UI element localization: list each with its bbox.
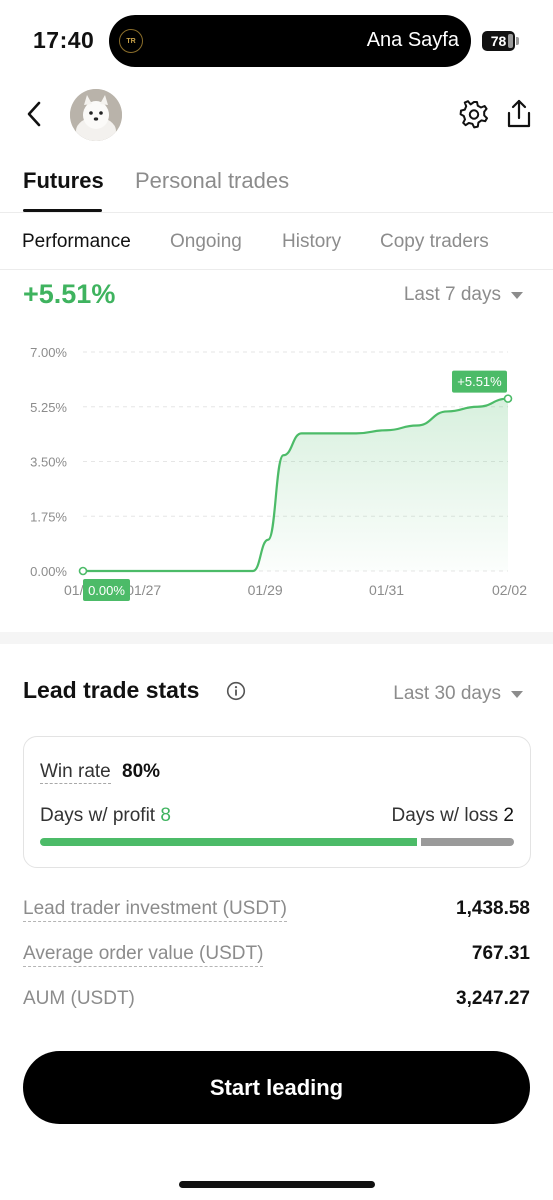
battery-icon: 78 (482, 31, 519, 51)
main-tabs: Futures Personal trades (0, 160, 553, 213)
days-loss-value: 2 (503, 805, 514, 826)
tab-history[interactable]: History (282, 231, 341, 253)
end-point (503, 394, 513, 403)
tab-performance[interactable]: Performance (22, 231, 131, 253)
status-bar: 17:40 TR Ana Sayfa 78 (0, 0, 553, 80)
performance-area-fill (83, 398, 508, 571)
stat-row-aum: AUM (USDT) 3,247.27 (23, 987, 530, 1013)
stat-label-average-order[interactable]: Average order value (USDT) (23, 942, 264, 967)
x-tick-label: 01/31 (369, 582, 404, 598)
stats-range-label: Last 30 days (393, 683, 501, 704)
caret-down-icon (511, 690, 523, 698)
win-rate-value: 80% (122, 761, 161, 782)
chevron-left-icon (27, 101, 41, 127)
chart-svg: 7.00% 5.25% 3.50% 1.75% 0.00% 01/01/27 01/29 01… (30, 345, 527, 601)
y-tick-label: 5.25% (30, 400, 67, 415)
y-tick-label: 1.75% (30, 509, 67, 524)
info-circle-icon (226, 681, 246, 701)
stat-label-investment[interactable]: Lead trader investment (USDT) (23, 897, 287, 922)
x-tick-label: 01/29 (248, 582, 283, 598)
sub-tabs: Performance Ongoing History Copy traders (0, 213, 553, 270)
share-icon (507, 99, 531, 128)
gear-icon (459, 100, 488, 129)
settings-button[interactable] (458, 99, 490, 131)
home-indicator[interactable] (179, 1181, 375, 1188)
stats-range-select[interactable]: Last 30 days (393, 683, 523, 705)
days-profit: Days w/ profit 8 (40, 805, 171, 827)
x-tick-label: 02/02 (492, 582, 527, 598)
profit-bar (40, 838, 417, 846)
days-profit-value: 8 (160, 805, 171, 826)
days-loss-label: Days w/ loss (391, 805, 499, 826)
section-divider (0, 632, 553, 644)
performance-chart[interactable]: 7.00% 5.25% 3.50% 1.75% 0.00% 01/01/27 01/29 01… (0, 330, 553, 610)
exchange-logo-icon: TR (119, 29, 143, 53)
days-profit-label: Days w/ profit (40, 805, 156, 826)
dog-avatar-icon (70, 89, 122, 141)
avatar[interactable] (70, 89, 122, 141)
start-leading-button[interactable]: Start leading (23, 1051, 530, 1124)
tab-futures[interactable]: Futures (23, 168, 104, 194)
active-tab-indicator (23, 209, 102, 212)
info-icon[interactable] (226, 681, 246, 701)
dynamic-island[interactable]: TR Ana Sayfa (109, 15, 471, 67)
y-tick-label: 3.50% (30, 455, 67, 470)
start-value-label: 0.00% (88, 583, 125, 598)
x-tick-label: 01/27 (126, 582, 161, 598)
start-point (78, 566, 88, 576)
loss-bar (421, 838, 514, 846)
range-select[interactable]: Last 7 days (404, 284, 523, 306)
range-select-label: Last 7 days (403, 284, 501, 305)
tab-copy-traders[interactable]: Copy traders (380, 231, 489, 253)
status-time: 17:40 (33, 27, 95, 53)
performance-value: +5.51% (23, 279, 116, 309)
y-tick-label: 0.00% (30, 564, 67, 579)
y-tick-label: 7.00% (30, 345, 67, 360)
stat-value-investment: 1,438.58 (456, 898, 530, 919)
share-button[interactable] (505, 98, 533, 130)
stat-value-average-order: 767.31 (471, 943, 530, 964)
win-rate-label[interactable]: Win rate (40, 761, 111, 784)
island-label: Ana Sayfa (366, 29, 459, 51)
caret-down-icon (511, 291, 523, 299)
x-tick-label: 01/ (64, 582, 84, 598)
win-rate-card: Win rate 80% Days w/ profit 8 Days w/ lo… (23, 736, 531, 868)
profit-loss-bar (40, 838, 514, 846)
stat-row-average-order: Average order value (USDT) 767.31 (23, 942, 530, 968)
stat-value-aum: 3,247.27 (456, 988, 530, 1009)
days-loss: Days w/ loss 2 (392, 805, 515, 827)
tab-ongoing[interactable]: Ongoing (170, 231, 242, 253)
stat-row-investment: Lead trader investment (USDT) 1,438.58 (23, 897, 530, 923)
lead-stats-title: Lead trade stats (23, 677, 200, 703)
end-value-label: +5.51% (457, 374, 502, 389)
back-button[interactable] (20, 97, 48, 131)
battery-level: 78 (490, 33, 507, 49)
stat-label-aum: AUM (USDT) (23, 988, 135, 1009)
tab-personal-trades[interactable]: Personal trades (135, 168, 289, 194)
